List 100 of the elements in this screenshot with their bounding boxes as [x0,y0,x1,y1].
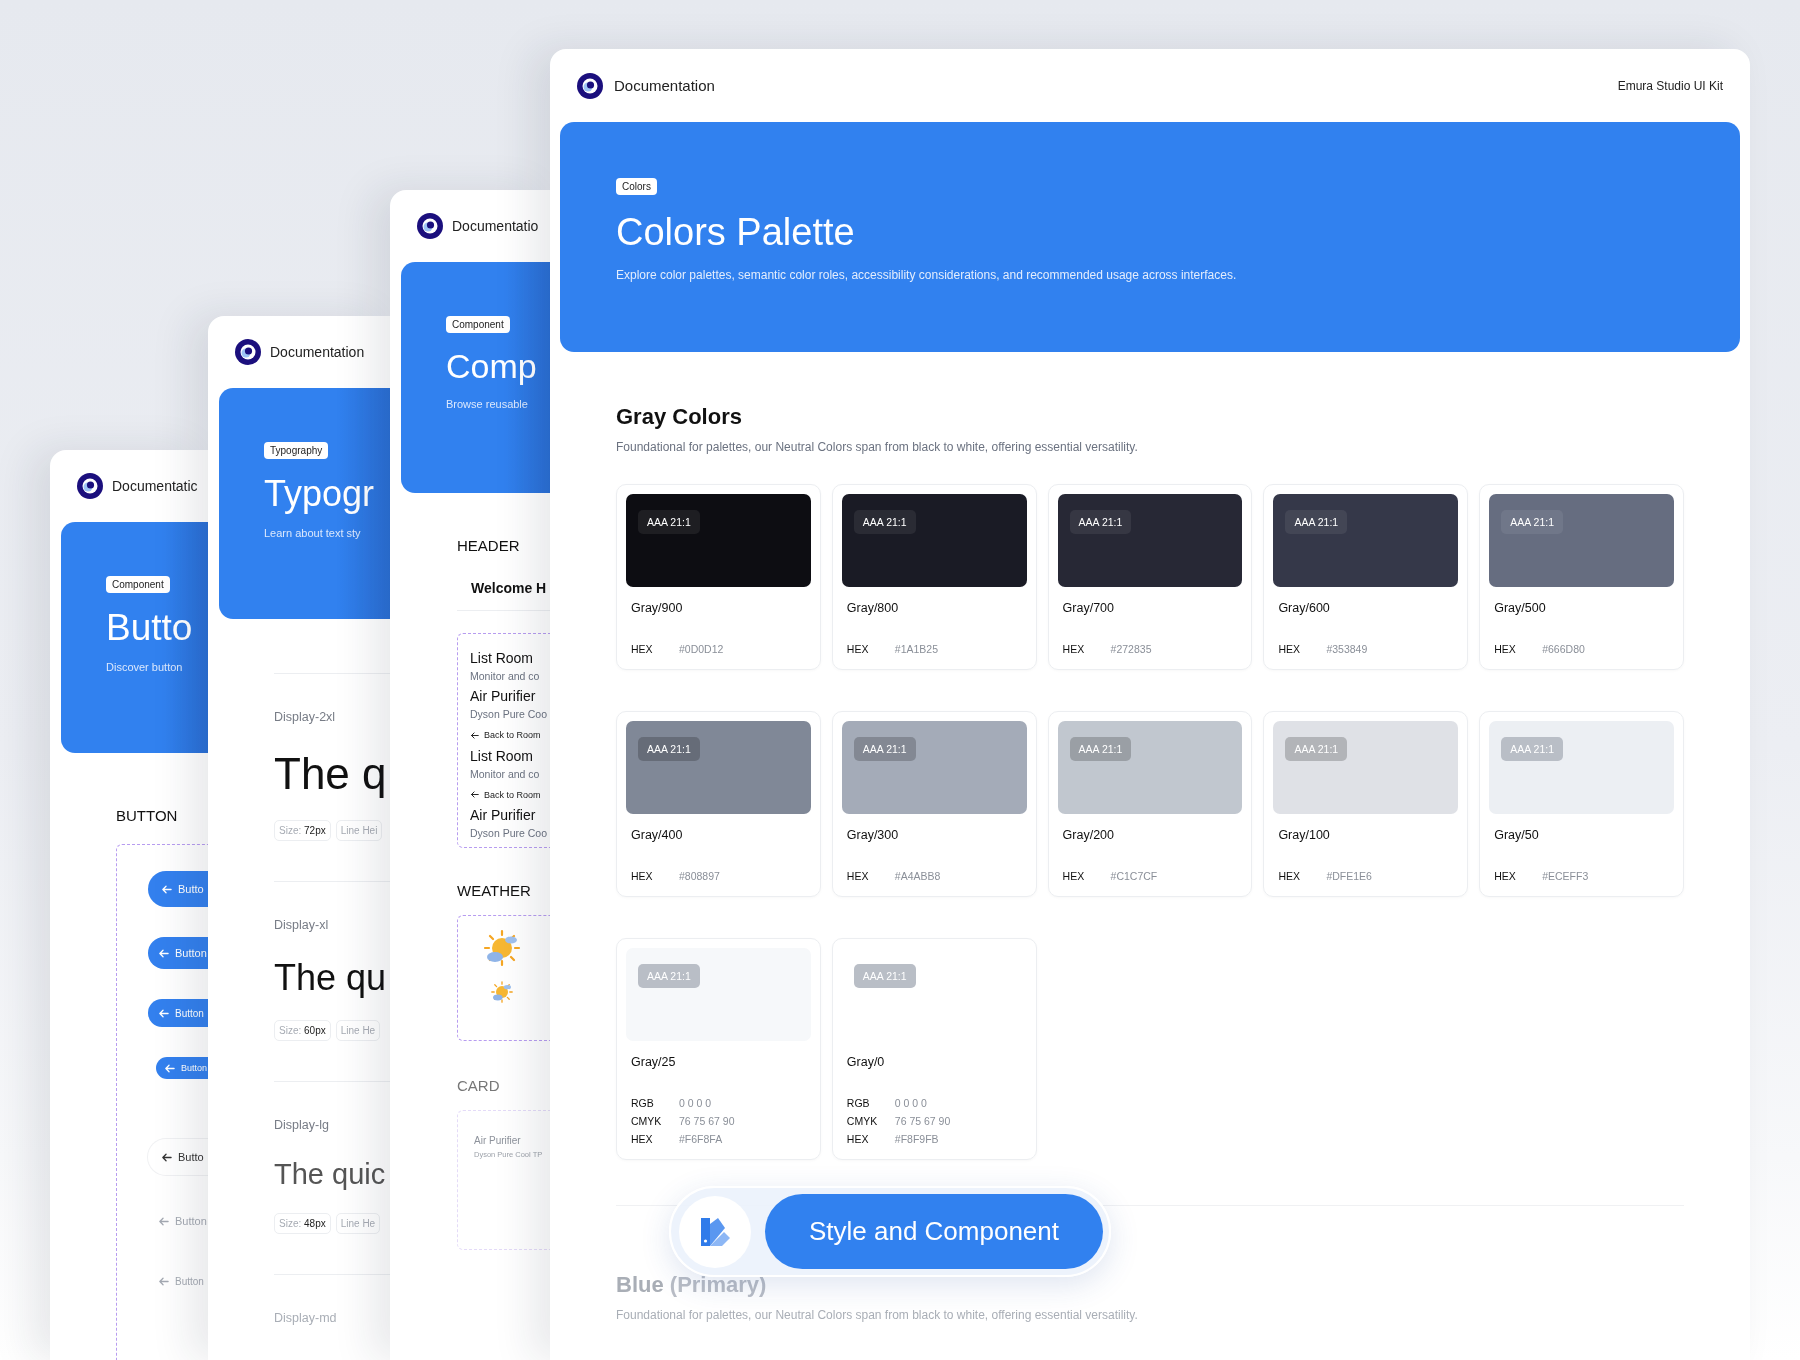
sun-cloud-icon [482,928,522,968]
section-title-note: (Primary) [669,1272,767,1297]
sample-button[interactable]: Button [156,1057,208,1079]
color-name: Gray/800 [846,601,900,615]
logo-icon [576,71,604,100]
hero-subtitle: Browse reusable [446,398,529,410]
spec-value: #DFE1E6 [1326,870,1372,882]
spec-label: CMYK [631,1115,663,1127]
logo-icon [416,212,444,240]
color-name: Gray/300 [846,828,900,842]
spec-value: 0 0 0 0 [894,1097,927,1109]
contrast-badge: AAA 21:1 [638,737,700,761]
sample-button[interactable]: Button [148,1205,208,1237]
hero-title: Comp [446,347,538,386]
color-name: Gray/400 [631,828,684,842]
size-chip: Size: 72px [274,820,331,841]
spec-value: #ECEFF3 [1542,870,1589,882]
size-chip: Size: 48px [274,1213,331,1234]
section-title: BUTTON [116,807,179,824]
spec-value: 0 0 0 0 [679,1097,712,1109]
style-name: Display-lg [274,1118,330,1132]
spec-value: #808897 [679,870,720,882]
page-title: Documentation [614,77,715,94]
spec-value: #0D0D12 [679,643,724,655]
hero-subtitle: Learn about text sty [264,527,362,539]
spec-value: #1A1B25 [894,643,938,655]
spec-label: HEX [846,1133,870,1145]
color-name: Gray/600 [1278,601,1331,615]
section-description: Foundational for palettes, our Neutral Colors span from black to white, offering essential versatility. [616,1308,1139,1322]
section-title: Gray Colors [616,404,743,430]
section-title: Blue [616,1272,664,1297]
arrow-left-icon [158,1275,169,1287]
section-title: HEADER [457,537,521,554]
section-title: WEATHER [457,882,532,899]
arrow-left-icon [470,790,479,799]
sample-button[interactable]: Button [148,937,208,969]
spec-label: HEX [846,643,870,655]
contrast-badge: AAA 21:1 [638,510,700,534]
arrow-left-icon [158,947,169,959]
cta-button[interactable]: Style and Component [765,1194,1103,1269]
category-tag: Component [106,576,170,593]
sample-button[interactable]: Butto [148,871,208,907]
arrow-left-icon [161,1151,172,1163]
card-title: Air Purifier [474,1135,522,1146]
back-link[interactable]: Back to Room [470,730,541,740]
style-name: Display-md [274,1311,338,1325]
style-name: Display-xl [274,918,330,932]
contrast-badge: AAA 21:1 [1069,510,1132,534]
spec-label: HEX [1494,643,1517,655]
contrast-badge: AAA 21:1 [1285,510,1348,534]
item-caption: Dyson Pure Coo [470,708,548,720]
sample-button[interactable]: Butto [148,1139,208,1175]
spec-value: #F8F9FB [894,1133,939,1145]
logo-icon [234,338,262,366]
brand-name: Emura Studio UI Kit [1617,78,1723,93]
item-title: Air Purifier [470,688,536,704]
spec-value: 76 75 67 90 [894,1115,951,1127]
hero-subtitle: Discover button [106,661,184,673]
contrast-badge: AAA 21:1 [638,964,700,988]
arrow-left-icon [164,1062,175,1074]
spec-label: HEX [1278,870,1301,882]
line-height-chip: Line He [335,1020,381,1041]
hero-description: Explore color palettes, semantic color roles, accessibility considerations, and recommended usage across interfaces. [616,268,1238,282]
spec-label: HEX [1062,870,1086,882]
color-name: Gray/0 [846,1055,886,1069]
line-height-chip: Line He [335,1213,381,1234]
sun-cloud-icon [490,980,514,1004]
color-name: Gray/50 [1494,828,1540,842]
spec-label: HEX [1062,643,1086,655]
page-title: Documentatio [452,218,539,234]
line-height-chip: Line Hei [335,820,383,841]
hero-title: Typogr [264,473,376,515]
page-title: Documentatic [112,478,198,494]
contrast-badge: AAA 21:1 [1069,737,1132,761]
color-name: Gray/25 [631,1055,677,1069]
sample-button[interactable]: Button [148,1267,208,1295]
spec-value: #353849 [1326,643,1368,655]
section-description: Foundational for palettes, our Neutral Colors span from black to white, offering essential versatility. [616,440,1139,454]
contrast-badge: AAA 21:1 [853,510,916,534]
contrast-badge: AAA 21:1 [1501,510,1563,534]
arrow-left-icon [158,1007,169,1019]
item-caption: Monitor and co [470,670,540,682]
back-link[interactable]: Back to Room [470,789,541,800]
section-title: CARD [457,1077,501,1094]
spec-label: HEX [1278,643,1301,655]
spec-value: #272835 [1110,643,1152,655]
arrow-left-icon [470,730,479,740]
hero-title: Colors Palette [616,211,856,254]
color-name: Gray/100 [1278,828,1331,842]
item-title: Air Purifier [470,807,536,823]
spec-label: HEX [1494,870,1517,882]
spec-value: #666D80 [1542,643,1585,655]
sample-button[interactable]: Button [148,999,208,1027]
item-caption: Dyson Pure Coo [470,827,548,839]
color-name: Gray/700 [1062,601,1115,615]
spec-label: HEX [631,643,654,655]
spec-label: RGB [846,1097,871,1109]
spec-value: #A4ABB8 [894,870,941,882]
item-caption: Monitor and co [470,767,540,780]
spec-value: 76 75 67 90 [679,1115,735,1127]
